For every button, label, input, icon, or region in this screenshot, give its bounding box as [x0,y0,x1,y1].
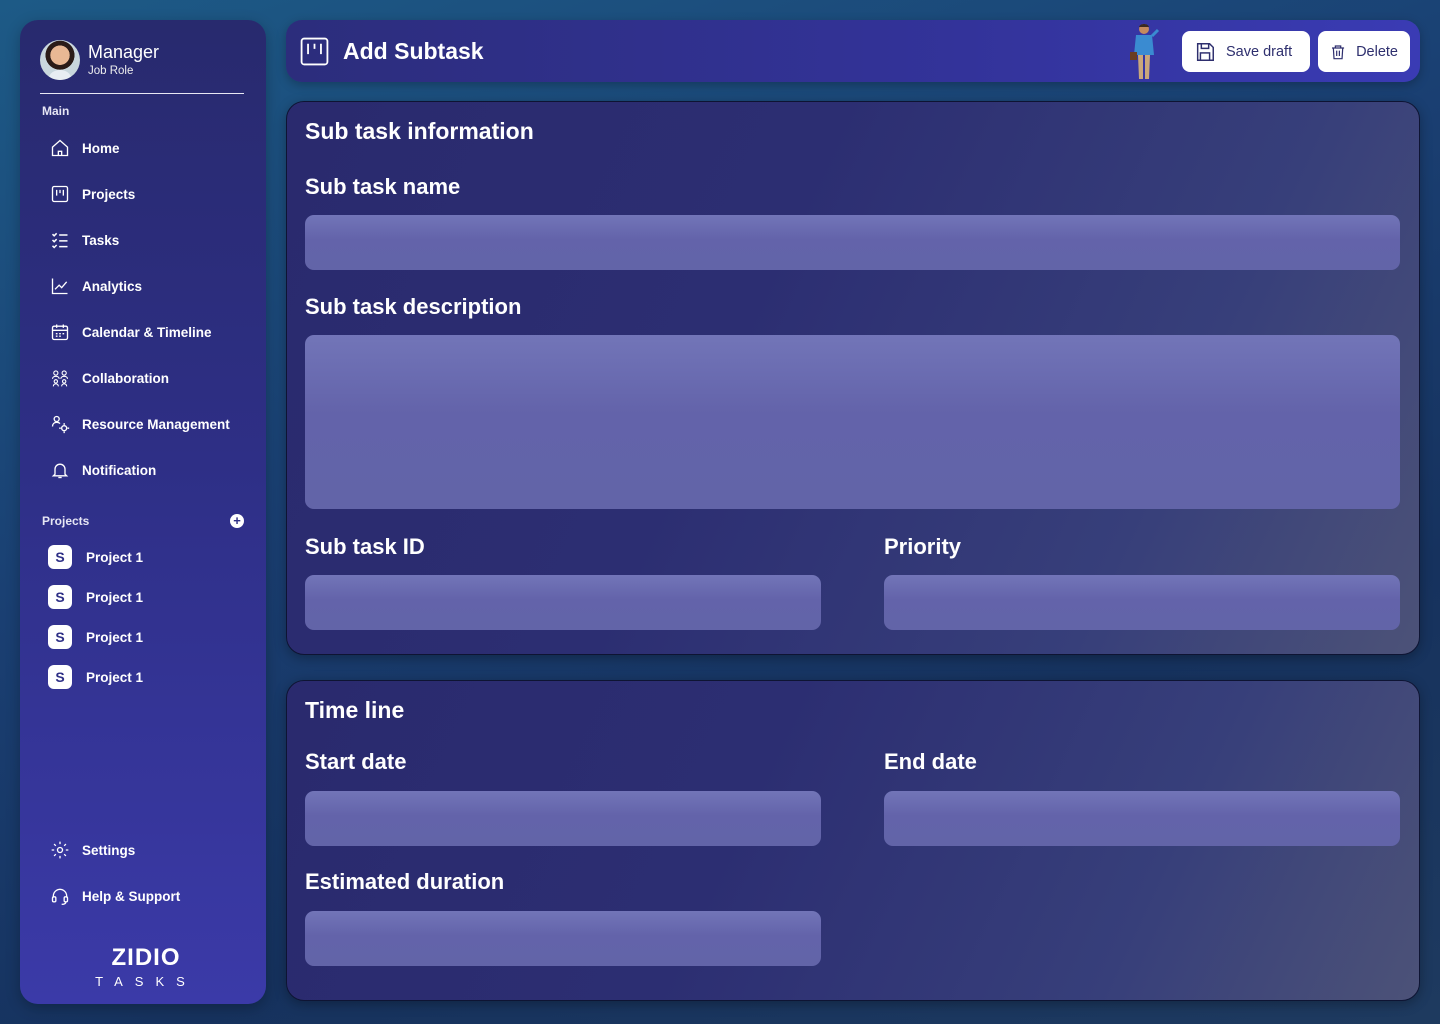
project-item[interactable]: S Project 1 [48,545,143,569]
project-label: Project 1 [86,589,144,605]
sidebar-item-settings[interactable]: Settings [50,838,135,862]
kanban-icon [300,37,329,66]
project-logo-icon: S [48,665,72,689]
sidebar-item-label: Resource Management [82,416,230,432]
project-item[interactable]: S Project 1 [48,625,143,649]
subtask-description-label: Sub task description [305,294,522,319]
project-label: Project 1 [86,669,144,685]
sidebar-item-projects[interactable]: Projects [50,182,135,206]
project-logo-icon: S [48,585,72,609]
chart-icon [51,278,68,295]
home-icon [51,139,69,157]
task-list-icon [51,232,68,249]
sidebar-item-resource-management[interactable]: Resource Management [50,412,230,436]
people-icon [51,370,69,387]
estimated-duration-input[interactable] [305,911,821,966]
headset-icon [51,888,69,905]
sidebar-item-label: Help & Support [82,888,181,904]
priority-input[interactable] [884,575,1400,630]
timeline-card: Time line Start date End date Estimated … [286,680,1420,1001]
priority-label: Priority [884,534,962,559]
sidebar-item-label: Notification [82,462,157,478]
delete-label: Delete [1356,43,1398,60]
card-title: Time line [305,697,405,723]
sidebar-item-label: Tasks [82,232,120,248]
sidebar-item-calendar[interactable]: Calendar & Timeline [50,320,212,344]
project-item[interactable]: S Project 1 [48,585,143,609]
sidebar-item-tasks[interactable]: Tasks [50,228,119,252]
avatar [40,40,80,80]
save-draft-button[interactable]: Save draft [1182,31,1310,72]
subtask-name-label: Sub task name [305,174,461,199]
delete-button[interactable]: Delete [1318,31,1410,72]
user-profile[interactable]: Manager Job Role [40,40,244,94]
sidebar-item-label: Settings [82,842,136,858]
page-header: Add Subtask Save draft Delete [286,20,1420,82]
card-title: Sub task information [305,118,534,144]
bell-icon [51,463,69,479]
logo-sub-text: TASKS [95,974,197,989]
project-logo-icon: S [48,545,72,569]
zidio-logo: ZIDIO TASKS [86,944,206,989]
sidebar-item-home[interactable]: Home [50,136,120,160]
end-date-input[interactable] [884,791,1400,846]
sidebar: Manager Job Role Main Home Projects Task… [20,20,266,1004]
sidebar-item-collaboration[interactable]: Collaboration [50,366,169,390]
subtask-id-label: Sub task ID [305,534,425,559]
sidebar-item-label: Analytics [82,278,143,294]
resource-icon [51,415,70,434]
subtask-name-input[interactable] [305,215,1400,270]
trash-icon [1332,44,1345,59]
start-date-input[interactable] [305,791,821,846]
sidebar-item-label: Home [82,140,120,156]
save-draft-label: Save draft [1226,43,1293,60]
section-label-projects: Projects [42,514,90,528]
project-logo-icon: S [48,625,72,649]
project-label: Project 1 [86,629,144,645]
project-label: Project 1 [86,549,144,565]
project-item[interactable]: S Project 1 [48,665,143,689]
sidebar-item-notification[interactable]: Notification [50,458,156,482]
subtask-id-input[interactable] [305,575,821,630]
sidebar-item-label: Calendar & Timeline [82,324,212,340]
add-project-button[interactable]: + [230,514,244,528]
logo-main-text: ZIDIO [111,944,181,971]
sidebar-item-label: Projects [82,186,136,202]
sidebar-item-help-support[interactable]: Help & Support [50,884,180,908]
person-illustration [1130,24,1160,79]
section-label-main: Main [42,104,70,118]
kanban-icon [51,185,69,203]
start-date-label: Start date [305,749,407,774]
subtask-description-input[interactable] [305,335,1400,509]
calendar-icon [51,324,69,341]
end-date-label: End date [884,749,977,774]
estimated-duration-label: Estimated duration [305,869,505,894]
floppy-disk-icon [1196,42,1214,61]
page-title: Add Subtask [343,38,484,64]
gear-icon [51,841,69,859]
subtask-info-card: Sub task information Sub task name Sub t… [286,101,1420,655]
user-name: Manager [88,42,160,62]
sidebar-item-analytics[interactable]: Analytics [50,274,142,298]
sidebar-item-label: Collaboration [82,370,169,386]
user-role: Job Role [88,65,134,77]
